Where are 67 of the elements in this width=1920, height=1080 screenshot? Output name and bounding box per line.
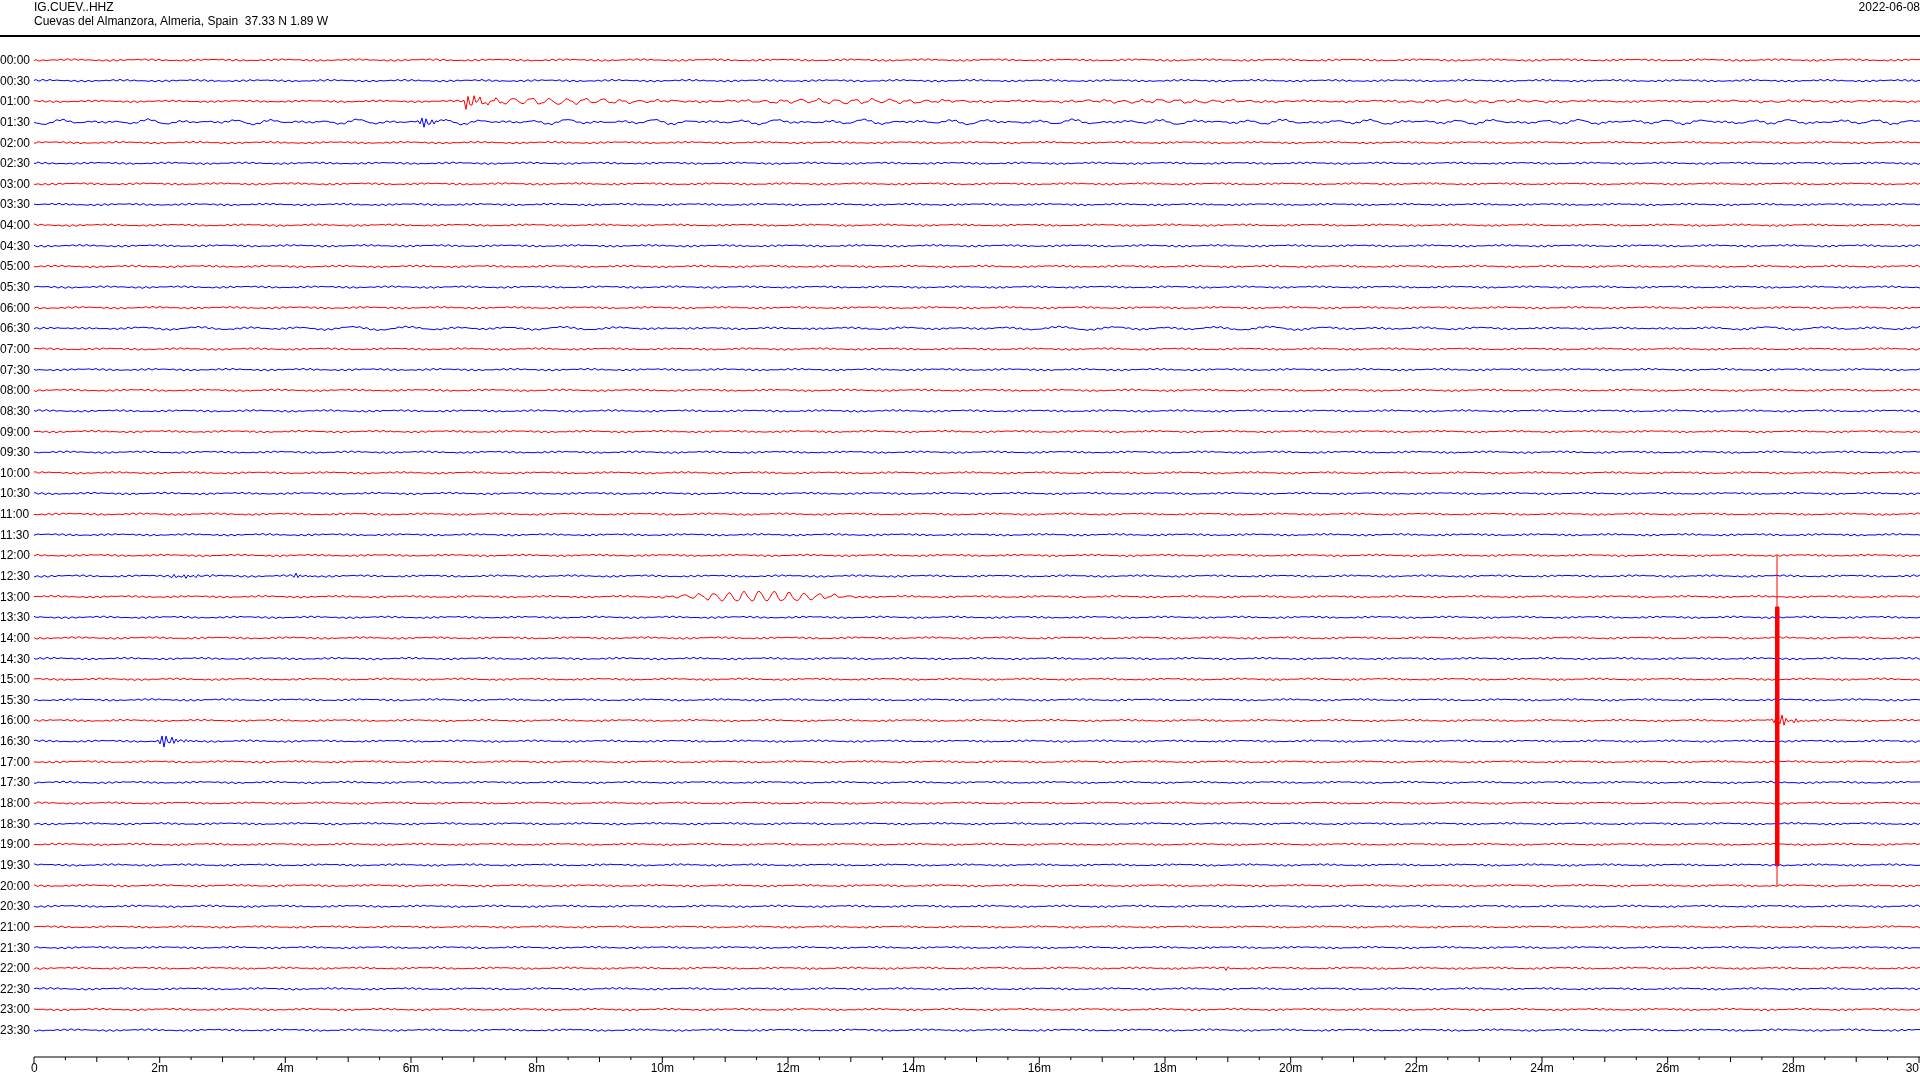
time-label: 19:00: [0, 837, 31, 852]
time-label: 16:00: [0, 713, 31, 728]
time-label: 06:00: [0, 300, 31, 315]
time-label: 15:00: [0, 672, 31, 687]
axis-tick-label: 26m: [1656, 1061, 1680, 1075]
time-label: 15:30: [0, 692, 31, 707]
time-label: 14:30: [0, 651, 31, 666]
time-label: 23:00: [0, 1002, 31, 1017]
time-label: 02:00: [0, 135, 31, 150]
time-label: 03:00: [0, 176, 31, 191]
time-label: 13:30: [0, 610, 31, 625]
time-label: 00:30: [0, 73, 31, 88]
time-label: 20:30: [0, 899, 31, 914]
time-label: 12:30: [0, 569, 31, 583]
time-label: 01:30: [0, 114, 31, 129]
time-label: 18:30: [0, 816, 31, 831]
time-label: 22:30: [0, 981, 31, 996]
time-label: 11:30: [0, 527, 30, 542]
time-label: 07:00: [0, 341, 31, 356]
time-label: 18:00: [0, 796, 31, 811]
axis-tick-label: 28m: [1781, 1061, 1805, 1075]
station-code: IG.CUEV..HHZ: [34, 0, 115, 14]
time-label: 23:30: [0, 1023, 31, 1038]
date-label: 2022-06-08: [1858, 0, 1920, 16]
axis-tick-label: 24m: [1530, 1061, 1554, 1075]
time-label: 11:00: [0, 507, 30, 522]
time-label: 06:30: [0, 321, 31, 336]
time-label: 13:00: [0, 589, 31, 604]
time-label: 03:30: [0, 197, 31, 212]
time-label: 10:30: [0, 486, 31, 501]
time-label: 08:30: [0, 403, 31, 418]
time-label: 04:00: [0, 218, 31, 233]
time-label: 17:30: [0, 775, 31, 790]
time-label: 20:00: [0, 878, 31, 893]
axis-tick-label: 22m: [1404, 1061, 1428, 1075]
time-label: 00:00: [0, 53, 31, 67]
time-label: 10:00: [0, 465, 31, 480]
axis-tick-label: 2m: [151, 1061, 168, 1075]
axis-tick-label: 8m: [528, 1061, 545, 1075]
axis-tick-label: 14m: [902, 1061, 926, 1075]
axis-tick-label: 16m: [1027, 1061, 1051, 1075]
station-location: Cuevas del Almanzora, Almeria, Spain 37.33 N 1.89 W: [34, 14, 329, 28]
axis-tick-label: 12m: [776, 1061, 800, 1075]
time-label: 08:00: [0, 383, 31, 398]
axis-tick-label: 30: [1905, 1061, 1919, 1075]
axis-tick-label: 20m: [1279, 1061, 1303, 1075]
time-label: 09:30: [0, 445, 31, 460]
time-label: 19:30: [0, 857, 31, 872]
axis-tick-label: 10m: [650, 1061, 674, 1075]
time-label: 17:00: [0, 754, 31, 769]
time-label: 12:00: [0, 548, 31, 563]
time-label: 02:30: [0, 156, 31, 171]
time-label: 05:00: [0, 259, 31, 274]
time-label: 04:30: [0, 238, 31, 253]
axis-tick-label: 4m: [277, 1061, 294, 1075]
time-label: 21:30: [0, 940, 31, 955]
axis-tick-label: 0: [31, 1061, 38, 1075]
time-label: 21:00: [0, 919, 31, 934]
time-label: 16:30: [0, 734, 31, 749]
time-label: 09:00: [0, 424, 31, 439]
axis-tick-label: 6m: [402, 1061, 420, 1075]
time-label: 14:00: [0, 630, 31, 645]
time-label: 01:00: [0, 94, 31, 109]
time-label: 22:00: [0, 961, 31, 976]
time-label: 05:30: [0, 280, 31, 295]
time-label: 07:30: [0, 362, 31, 377]
axis-tick-label: 18m: [1153, 1061, 1177, 1075]
